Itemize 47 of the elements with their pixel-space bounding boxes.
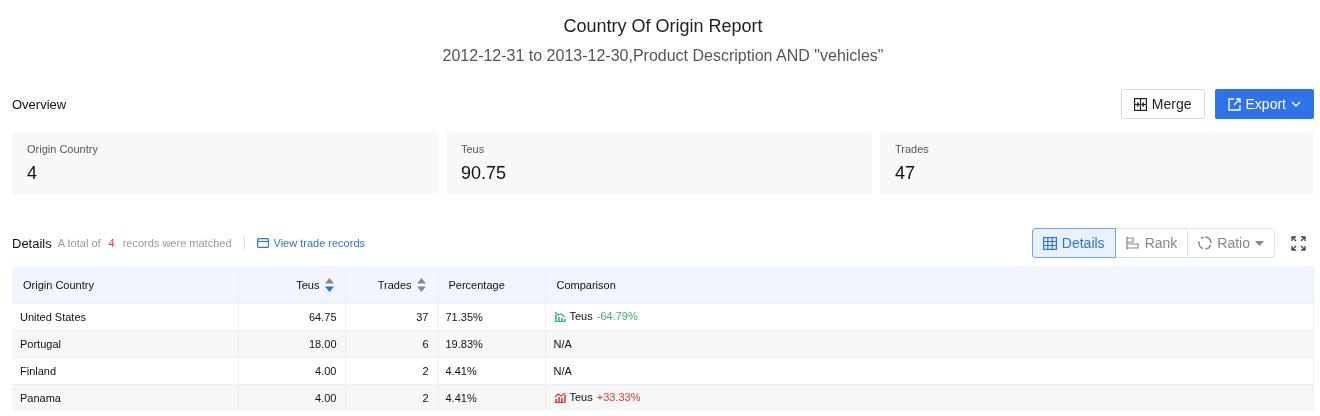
- export-icon: [1227, 97, 1241, 111]
- merge-icon: [1133, 97, 1147, 111]
- stat-label: Teus: [461, 143, 486, 155]
- stat-value: 47: [895, 163, 917, 184]
- merge-button[interactable]: Merge: [1120, 89, 1205, 119]
- table-cell: 2: [345, 384, 437, 411]
- column-header: Trades: [377, 278, 412, 291]
- trend-label: Teus: [569, 391, 593, 404]
- stat-label: Trades: [895, 143, 930, 155]
- report-title: Country Of Origin Report: [562, 15, 764, 38]
- table-icon: [1042, 236, 1057, 250]
- section-heading: Overview: [12, 96, 67, 112]
- trend-label: Teus: [569, 310, 593, 323]
- table-cell: Panama: [12, 384, 238, 411]
- trend-change: -64.79%: [596, 310, 638, 323]
- table-cell: 4.41%: [437, 384, 545, 411]
- ring-icon: [1198, 236, 1213, 250]
- column-header: Origin Country: [23, 278, 94, 291]
- summary-text: A total of: [57, 237, 101, 249]
- report-subtitle: 2012-12-31 to 2013-12-30,Product Description AND "vehicles": [441, 46, 885, 66]
- export-button[interactable]: Export: [1214, 89, 1314, 119]
- summary-text: records were matched: [122, 237, 232, 249]
- comparison-text: N/A: [553, 338, 572, 350]
- stat-value: 90.75: [461, 163, 508, 184]
- view-records-link[interactable]: View trade records: [256, 237, 366, 249]
- view-tab[interactable]: Ratio: [1187, 228, 1275, 258]
- column-header: Percentage: [448, 278, 505, 291]
- trend-change: +33.33%: [596, 391, 641, 404]
- table-cell: 4.00: [238, 384, 345, 411]
- section-heading: Details: [12, 235, 52, 251]
- card-icon: [256, 238, 269, 248]
- bar-chart-icon: [1125, 236, 1140, 250]
- view-tab[interactable]: Details: [1031, 228, 1116, 258]
- stat-label: Origin Country: [27, 143, 99, 155]
- record-count: 4: [108, 237, 115, 249]
- caret-icon: [1255, 240, 1264, 246]
- comparison-text: N/A: [553, 365, 572, 377]
- fullscreen-icon[interactable]: [1291, 235, 1306, 251]
- stat-value: 4: [27, 163, 38, 184]
- trend-up-icon: [553, 391, 566, 403]
- column-header: Comparison: [556, 278, 616, 291]
- chevron-down-icon: [1291, 101, 1301, 107]
- trend-down-icon: [553, 310, 566, 322]
- sort-icon[interactable]: [416, 277, 426, 292]
- column-header: Teus: [296, 278, 320, 291]
- sort-icon[interactable]: [324, 277, 334, 292]
- view-tab[interactable]: Rank: [1114, 228, 1189, 258]
